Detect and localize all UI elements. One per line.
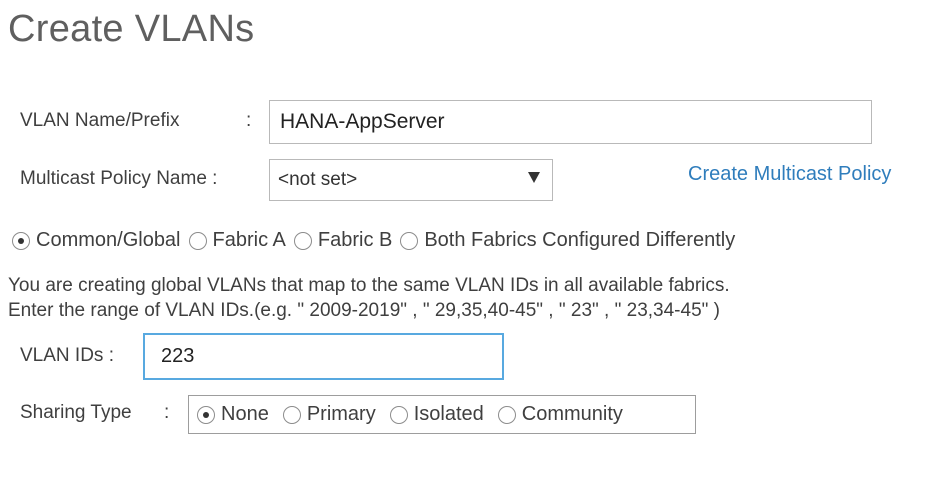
multicast-policy-value: <not set> — [278, 169, 358, 190]
radio-sharing-none[interactable]: None — [197, 403, 269, 426]
radio-common-global[interactable]: Common/Global — [12, 229, 181, 252]
sharing-type-label: Sharing Type — [20, 402, 132, 423]
info-text-line2: Enter the range of VLAN IDs.(e.g. " 2009… — [8, 300, 720, 321]
vlan-ids-label: VLAN IDs : — [20, 345, 114, 366]
radio-sharing-community-label: Community — [521, 403, 623, 425]
radio-sharing-isolated[interactable]: Isolated — [389, 403, 484, 426]
chevron-down-icon — [528, 172, 540, 183]
radio-unselected-icon[interactable] — [400, 231, 419, 250]
radio-both-fabrics[interactable]: Both Fabrics Configured Differently — [400, 229, 735, 252]
vlan-name-label: VLAN Name/Prefix — [20, 110, 180, 131]
fabric-radio-group: Common/Global Fabric A Fabric B Both Fab… — [12, 229, 735, 252]
page-title: Create VLANs — [8, 8, 255, 50]
vlan-name-colon: : — [246, 110, 252, 131]
radio-both-fabrics-label: Both Fabrics Configured Differently — [424, 229, 736, 251]
vlan-name-input[interactable]: HANA-AppServer — [269, 100, 872, 144]
radio-unselected-icon[interactable] — [389, 405, 408, 424]
radio-unselected-icon[interactable] — [497, 405, 516, 424]
vlan-ids-input[interactable]: 223 — [143, 333, 504, 380]
radio-unselected-icon[interactable] — [282, 405, 301, 424]
sharing-type-colon: : — [164, 402, 170, 423]
vlan-ids-value: 223 — [161, 345, 195, 367]
radio-unselected-icon[interactable] — [188, 231, 207, 250]
radio-selected-icon[interactable] — [12, 231, 30, 250]
radio-sharing-none-label: None — [221, 403, 269, 425]
radio-sharing-community[interactable]: Community — [497, 403, 623, 426]
radio-fabric-a-label: Fabric A — [212, 229, 286, 251]
radio-unselected-icon[interactable] — [293, 231, 312, 250]
radio-fabric-b[interactable]: Fabric B — [293, 229, 393, 252]
radio-sharing-primary[interactable]: Primary — [282, 403, 376, 426]
sharing-type-group: None Primary Isolated Community — [188, 395, 696, 434]
radio-sharing-primary-label: Primary — [306, 403, 376, 425]
radio-fabric-a[interactable]: Fabric A — [188, 229, 286, 252]
radio-fabric-b-label: Fabric B — [317, 229, 393, 251]
vlan-name-value: HANA-AppServer — [280, 110, 445, 133]
radio-selected-icon[interactable] — [197, 405, 215, 424]
multicast-policy-select[interactable]: <not set> — [269, 159, 553, 201]
radio-common-global-label: Common/Global — [36, 229, 181, 251]
create-multicast-policy-link[interactable]: Create Multicast Policy — [688, 163, 891, 186]
info-text-line1: You are creating global VLANs that map t… — [8, 275, 730, 296]
radio-sharing-isolated-label: Isolated — [413, 403, 484, 425]
multicast-policy-label: Multicast Policy Name : — [20, 168, 218, 189]
